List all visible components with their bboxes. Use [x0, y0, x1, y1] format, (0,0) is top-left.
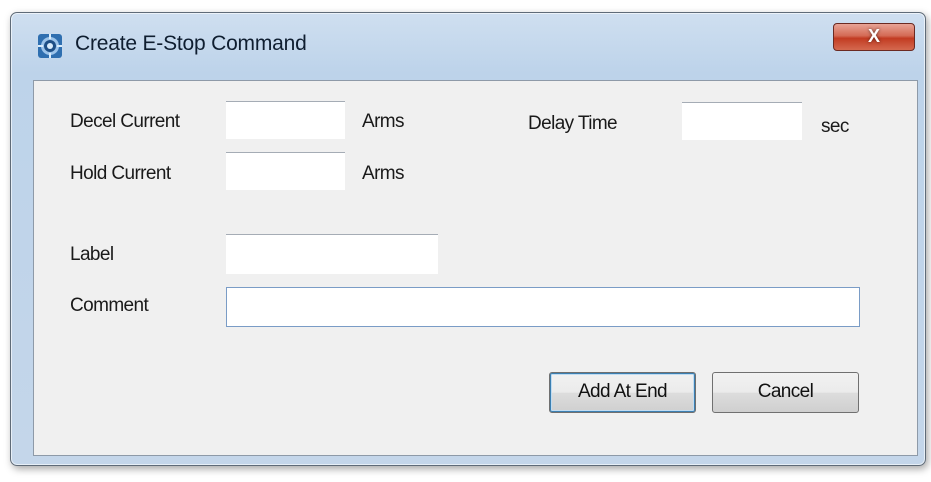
decel-current-unit: Arms	[362, 111, 405, 132]
decel-current-input[interactable]	[226, 102, 345, 139]
decel-current-label: Decel Current	[70, 111, 180, 132]
delay-time-label: Delay Time	[528, 113, 618, 134]
app-gear-icon	[37, 33, 63, 59]
comment-input-box[interactable]	[226, 287, 860, 327]
hold-current-unit: Arms	[362, 163, 405, 184]
delay-time-unit: sec	[821, 116, 849, 137]
dialog-body: Decel Current Arms Delay Time sec Hold C…	[33, 80, 918, 456]
delay-time-input[interactable]	[682, 103, 802, 140]
label-input[interactable]	[226, 235, 438, 274]
delay-time-input-box[interactable]	[682, 102, 802, 140]
title-bar[interactable]: Create E-Stop Command X	[11, 13, 925, 77]
label-field-label: Label	[70, 244, 114, 265]
hold-current-input-box[interactable]	[226, 152, 345, 190]
comment-input[interactable]	[227, 288, 859, 326]
close-icon: X	[867, 26, 880, 46]
decel-current-input-box[interactable]	[226, 101, 345, 139]
add-at-end-button[interactable]: Add At End	[549, 372, 696, 413]
hold-current-input[interactable]	[226, 153, 345, 190]
close-button[interactable]: X	[833, 23, 915, 51]
window-title: Create E-Stop Command	[75, 32, 307, 55]
hold-current-label: Hold Current	[70, 163, 171, 184]
dialog-window: Create E-Stop Command X Decel Current Ar…	[10, 12, 926, 466]
label-input-box[interactable]	[226, 234, 438, 274]
comment-label: Comment	[70, 295, 149, 316]
cancel-button[interactable]: Cancel	[712, 372, 859, 413]
